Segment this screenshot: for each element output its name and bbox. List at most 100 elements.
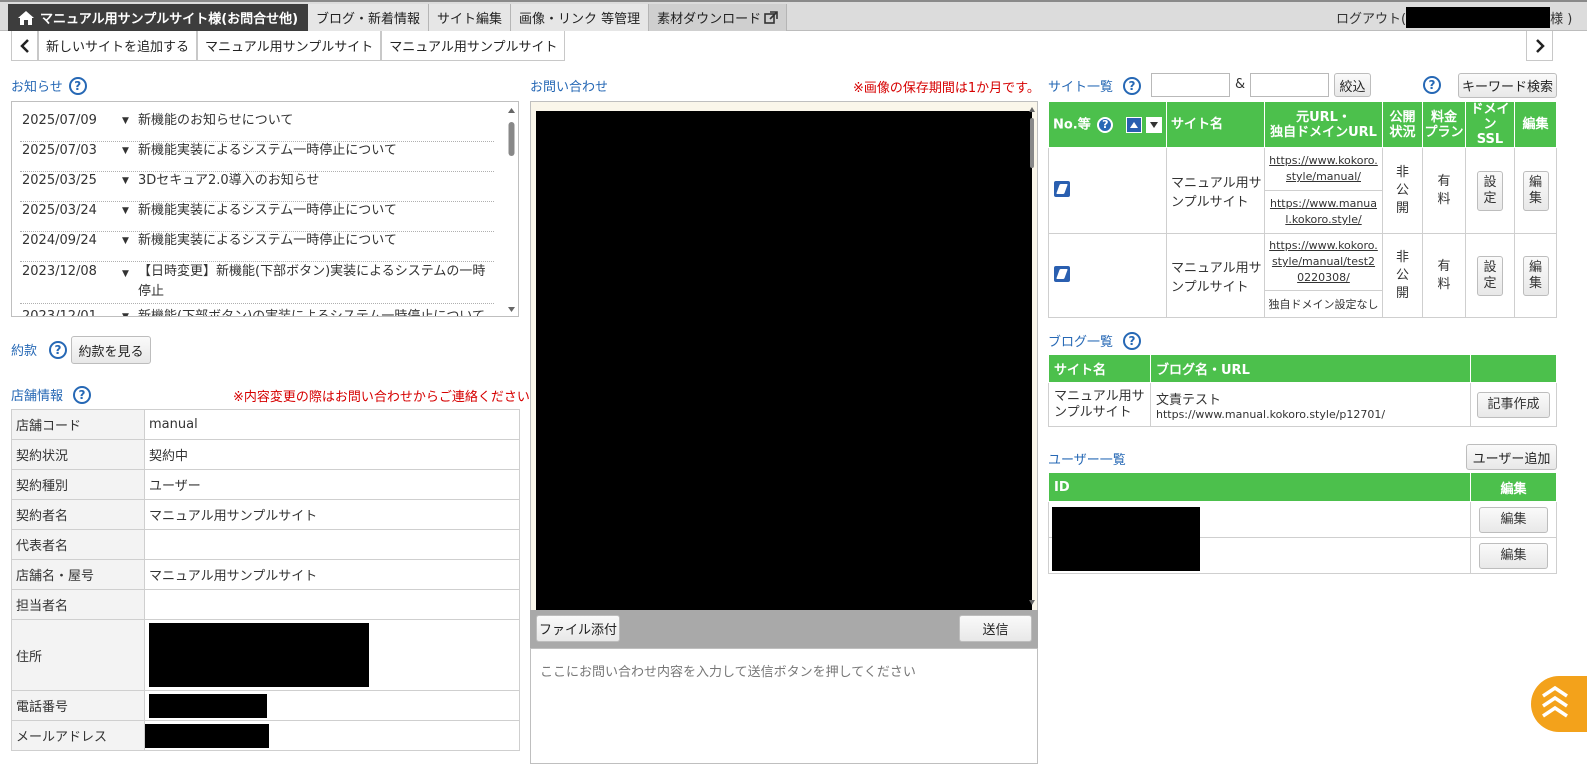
table-header-row: ID 編集 [1048,472,1557,502]
text-cell: ドメイン [1470,102,1510,132]
table-row: マニュアル用サンプルサイト https://www.kokoro.style/m… [1048,232,1557,318]
col-no: No.等 ? [1048,101,1167,148]
text-cell: 2025/03/25 [22,173,97,188]
original-url-link[interactable]: https://www.kokoro.style/manual/ [1269,153,1378,185]
user-edit-button[interactable]: 編集 [1479,542,1548,569]
site-edit-button[interactable]: 編集 [1522,170,1549,211]
text-cell: 2025/07/03 [22,143,97,158]
blog-list-table: サイト名 ブログ名・URL マニュアル用サンプルサイト 文責テスト https:/… [1048,354,1557,427]
inquiry-notice: ※画像の保存期間は1か月です。 [853,81,1040,96]
add-user-button[interactable]: ユーザー追加 [1466,444,1557,470]
text-cell: 契約状況 [11,439,145,470]
user-edit-button[interactable]: 編集 [1479,506,1548,533]
ampersand: & [1235,77,1246,92]
help-icon[interactable]: ? [1123,76,1142,95]
help-icon[interactable]: ? [73,385,92,404]
site-list-title: サイト一覧 [1048,80,1114,95]
redacted-phone [149,693,267,718]
floating-help-button[interactable] [1531,676,1587,732]
help-icon[interactable]: ? [49,340,68,359]
text-cell: 電話番号 [11,690,145,721]
sort-asc-icon[interactable] [1125,116,1142,133]
text-cell: 【日時変更】新機能(下部ボタン)実装によるシステムの一時停止 [138,264,486,299]
news-item[interactable]: 2024/09/24 ▼ 新機能実装によるシステム一時停止について [20,232,494,262]
text-cell: 非公開 [1382,233,1423,318]
user-list-heading: ユーザー一覧 [1048,449,1126,468]
edit-icon[interactable] [1054,266,1070,282]
triangle-icon: ▼ [122,312,129,317]
news-item[interactable]: 2023/12/01 ▼ 新機能(下部ボタン)の実装によるシステム一時停止について [20,308,494,317]
site-edit-button[interactable]: 編集 [1522,255,1549,296]
add-site-button[interactable]: 新しいサイトを追加する [38,31,198,61]
text-cell: 新機能(下部ボタン)の実装によるシステム一時停止について [138,309,485,317]
site-list-table: No.等 ? サイト名 元URL・ 独自ドメインURL 公開 状況 料金 プラン ドメ… [1048,101,1557,318]
text-cell: マニュアル用サンプルサイト [1048,382,1151,427]
text-cell: 新機能実装によるシステム一時停止について [138,203,397,218]
help-icon[interactable]: ? [68,76,87,95]
filter-button[interactable]: 絞込 [1334,73,1371,97]
terms-heading: 約款 ? [11,340,68,359]
redacted-username [1406,7,1551,28]
text-cell: SSL [1476,132,1504,147]
news-item[interactable]: 2025/03/25 ▼ 3Dセキュア2.0導入のお知らせ [20,172,494,202]
original-url-link[interactable]: https://www.kokoro.style/manual/test2022… [1269,238,1378,286]
logout-prefix: ログアウト( [1336,12,1407,27]
table-row: マニュアル用サンプルサイト https://www.kokoro.style/m… [1048,147,1557,234]
text-cell: No.等 [1053,117,1091,132]
prev-arrow-button[interactable] [11,31,38,61]
help-icon[interactable]: ? [1423,76,1441,94]
text-cell: 契約中 [144,439,520,470]
filter-input-1[interactable] [1151,73,1230,97]
nav-image-link[interactable]: 画像・リンク 等管理 [511,4,650,31]
news-item[interactable]: 2025/07/03 ▼ 新機能実装によるシステム一時停止について [20,142,494,172]
text-cell: メールアドレス [11,720,145,751]
attach-file-button[interactable]: ファイル添付 [536,615,620,642]
send-button[interactable]: 送信 [959,615,1032,642]
inquiry-input[interactable]: ここにお問い合わせ内容を入力して送信ボタンを押してください [530,648,1038,764]
site-tab-1[interactable]: マニュアル用サンプルサイト [197,31,382,61]
news-list[interactable]: 2025/07/09 ▼ 新機能のお知らせについて 2025/07/03 ▼ 新機能実装… [11,101,519,317]
view-terms-button[interactable]: 約款を見る [71,336,151,364]
edit-icon[interactable] [1054,181,1070,197]
text-cell: 店舗名・屋号 [11,559,145,590]
home-button[interactable]: マニュアル用サンプルサイト様(お問合せ他) [8,4,308,31]
col-edit: 編集 [1514,101,1557,148]
text-cell: プラン [1424,124,1464,140]
chevrons-up-icon [1542,685,1568,718]
table-row: 店舗名・屋号 マニュアル用サンプルサイト [11,559,520,590]
domain-url-link[interactable]: https://www.manual.kokoro.style/ [1269,196,1378,228]
logout-link[interactable]: ログアウト( 様 ) [1336,4,1572,31]
table-row: 編集 [1048,501,1557,571]
nav-material-download[interactable]: 素材ダウンロード [649,4,788,31]
sort-desc-icon[interactable] [1146,116,1163,133]
ssl-setting-button[interactable]: 設定 [1477,170,1503,211]
news-item[interactable]: 2023/12/08 ▼ 【日時変更】新機能(下部ボタン)実装によるシステムの一時停… [20,262,494,304]
filter-input-2[interactable] [1250,73,1329,97]
news-scrollbar[interactable] [507,106,516,314]
text-cell: 公開 [1389,109,1416,125]
create-article-button[interactable]: 記事作成 [1477,391,1550,418]
nav-blog[interactable]: ブログ・新着情報 [308,4,430,31]
blog-list-title: ブログ一覧 [1048,335,1114,350]
chat-scrollbar[interactable] [1029,106,1035,606]
site-tab-2[interactable]: マニュアル用サンプルサイト [381,31,566,61]
nav-site-edit[interactable]: サイト編集 [429,4,512,31]
table-row: 電話番号 [11,690,520,721]
site-tabs-bar: 新しいサイトを追加する マニュアル用サンプルサイト マニュアル用サンプルサイト [11,31,566,61]
text-cell: 契約種別 [11,469,145,500]
table-header-row: サイト名 ブログ名・URL [1048,354,1557,383]
news-item[interactable]: 2025/03/24 ▼ 新機能実装によるシステム一時停止について [20,202,494,232]
shop-info-table: 店舗コード manual 契約状況 契約中 契約種別 ユーザー 契約者名 マニュアル用サ… [11,409,520,751]
ssl-setting-button[interactable]: 設定 [1477,255,1503,296]
text-cell: 新機能実装によるシステム一時停止について [138,143,397,158]
redacted-user-ids [1052,507,1200,571]
next-arrow-button[interactable] [1526,31,1553,61]
keyword-search-button[interactable]: キーワード検索 [1458,73,1557,98]
help-icon[interactable]: ? [1097,116,1114,133]
text-cell: 契約者名 [11,499,145,530]
col-plan: 料金 プラン [1422,101,1466,148]
news-item[interactable]: 2025/07/09 ▼ 新機能のお知らせについて [20,112,494,142]
text-cell: 文責テスト [1156,392,1222,408]
home-icon [18,10,34,25]
help-icon[interactable]: ? [1123,331,1142,350]
